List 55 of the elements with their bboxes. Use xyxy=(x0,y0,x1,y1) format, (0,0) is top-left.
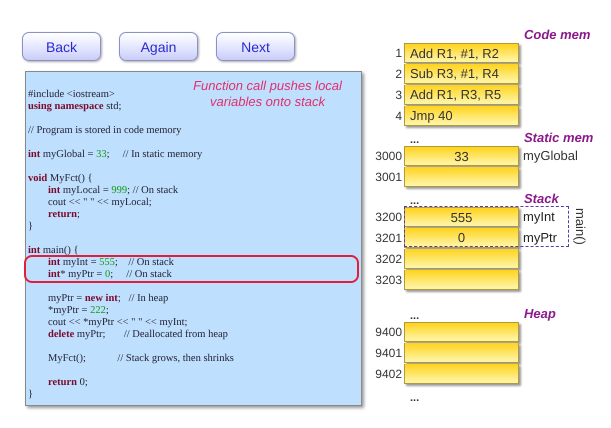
code-line: void MyFct() { xyxy=(28,173,93,185)
code-line: *myPtr = 222; xyxy=(47,305,109,317)
ellipsis: ... xyxy=(410,195,420,207)
memory-cell: 0 xyxy=(404,228,519,248)
variable-name: myPtr xyxy=(522,230,557,245)
address-label: 2 xyxy=(394,66,403,80)
address-label: 3202 xyxy=(374,252,403,266)
code-line: int* myPtr = 0; // On stack xyxy=(47,269,172,281)
section-title: Code mem xyxy=(523,27,590,42)
code-line: // Program is stored in code memory xyxy=(28,125,182,137)
code-line: using namespace std; xyxy=(28,101,122,113)
frame-label: main() xyxy=(573,208,588,245)
section-title: Stack xyxy=(523,191,559,206)
code-line: delete myPtr; // Deallocated from heap xyxy=(47,329,228,341)
code-line: cout << *myPtr << " " << myInt; xyxy=(47,317,188,329)
section-title: Static mem xyxy=(523,130,594,145)
ellipsis: ... xyxy=(410,134,420,146)
memory-cell: Add R1, #1, R2 xyxy=(404,42,519,62)
nav-button[interactable]: Back xyxy=(22,32,101,61)
code-line: } xyxy=(28,389,34,401)
code-line: } xyxy=(28,221,34,233)
address-label: 3203 xyxy=(374,272,403,286)
memory-cell: 33 xyxy=(404,146,519,166)
address-label: 3200 xyxy=(374,210,403,224)
address-label: 4 xyxy=(394,108,403,122)
nav-button[interactable]: Again xyxy=(119,32,198,61)
address-label: 9402 xyxy=(374,366,403,380)
section-title: Heap xyxy=(523,306,556,321)
address-label: 3 xyxy=(394,88,403,102)
ellipsis: ... xyxy=(410,310,420,322)
nav-button[interactable]: Next xyxy=(216,32,295,61)
ellipsis: ... xyxy=(410,392,420,404)
memory-cell: Add R1, R3, R5 xyxy=(404,84,519,104)
memory-cell: Sub R3, #1, R4 xyxy=(404,64,519,84)
memory-cell: Jmp 40 xyxy=(404,106,519,126)
variable-name: myGlobal xyxy=(522,148,578,163)
code-line: return 0; xyxy=(47,377,88,389)
address-label: 3201 xyxy=(374,230,403,244)
memory-cell: 555 xyxy=(404,206,519,226)
code-line: myPtr = new int; // In heap xyxy=(47,293,168,305)
address-label: 9401 xyxy=(374,346,403,360)
address-label: 3000 xyxy=(374,148,403,162)
code-line: int main() { xyxy=(28,245,79,257)
address-label: 1 xyxy=(394,46,403,60)
code-line: #include <iostream> xyxy=(28,89,115,101)
code-line: cout << " " << myLocal; xyxy=(47,197,152,209)
code-line: int myLocal = 999; // On stack xyxy=(47,185,178,197)
annotation-text: Function call pushes local variables onto stack xyxy=(192,78,344,110)
code-line: MyFct(); // Stack grows, then shrinks xyxy=(47,353,234,365)
code-line: int myInt = 555; // On stack xyxy=(47,257,174,269)
variable-name: myInt xyxy=(522,209,555,224)
address-label: 3001 xyxy=(374,170,403,184)
address-label: 9400 xyxy=(374,324,403,338)
code-line: return; xyxy=(47,209,80,221)
code-line: int myGlobal = 33; // In static memory xyxy=(28,149,202,161)
